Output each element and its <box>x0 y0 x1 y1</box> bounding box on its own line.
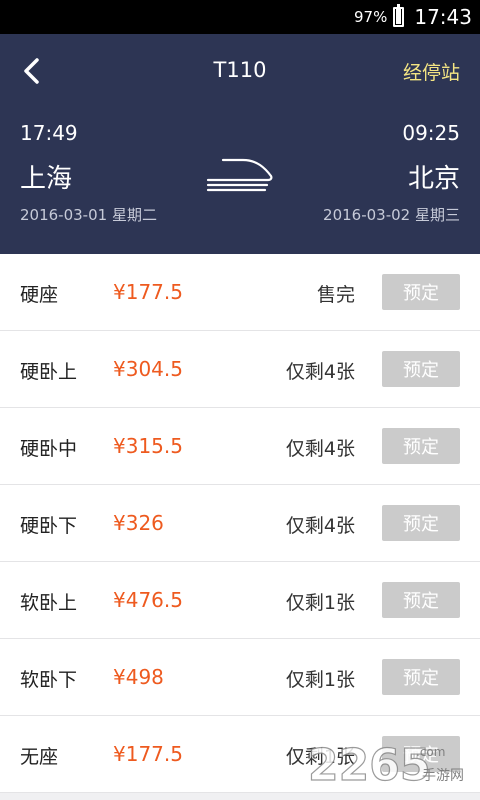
stops-link[interactable]: 经停站 <box>403 58 460 85</box>
seat-type: 硬卧中 <box>20 438 78 460</box>
book-button[interactable]: 预定 <box>382 659 460 695</box>
watermark-suffix: .com <box>416 745 445 759</box>
seat-availability: 仅剩1张 <box>285 592 355 614</box>
seat-availability: 仅剩4张 <box>285 438 355 460</box>
departure-time: 17:49 <box>20 121 78 145</box>
book-button[interactable]: 预定 <box>382 428 460 464</box>
departure-date: 2016-03-01 星期二 <box>20 206 157 224</box>
battery-percentage: 97% <box>354 8 388 26</box>
watermark-brand: 2265 <box>308 740 430 791</box>
seat-type: 硬卧上 <box>20 361 78 383</box>
seat-availability: 仅剩1张 <box>285 669 355 691</box>
book-button[interactable]: 预定 <box>382 505 460 541</box>
train-header: T110 经停站 17:49 09:25 上海 北京 2016-03-01 星期… <box>0 34 480 254</box>
watermark-tagline: 手游网 <box>422 768 464 784</box>
clock: 17:43 <box>414 5 472 29</box>
arrival-time: 09:25 <box>402 121 460 145</box>
seat-price: ¥177.5 <box>113 280 183 304</box>
seat-row: 软卧上 ¥476.5 仅剩1张 预定 <box>0 562 480 639</box>
seat-availability: 仅剩4张 <box>285 515 355 537</box>
seat-availability: 售完 <box>316 284 355 306</box>
book-button[interactable]: 预定 <box>382 351 460 387</box>
seat-price: ¥304.5 <box>113 357 183 381</box>
seat-row: 软卧下 ¥498 仅剩1张 预定 <box>0 639 480 716</box>
book-button[interactable]: 预定 <box>382 582 460 618</box>
seat-price: ¥498 <box>113 665 164 689</box>
site-watermark: 2265 .com 手游网 <box>307 739 464 791</box>
nav-bar: T110 经停站 <box>0 34 480 106</box>
arrival-city: 北京 <box>407 164 460 194</box>
seat-row: 硬座 ¥177.5 售完 预定 <box>0 254 480 331</box>
seat-availability: 仅剩4张 <box>285 361 355 383</box>
train-icon <box>206 158 273 192</box>
seat-type: 硬卧下 <box>20 515 78 537</box>
seat-row: 硬卧下 ¥326 仅剩4张 预定 <box>0 485 480 562</box>
seat-row: 硬卧上 ¥304.5 仅剩4张 预定 <box>0 331 480 408</box>
battery-icon <box>393 4 405 27</box>
seat-list: 硬座 ¥177.5 售完 预定 硬卧上 ¥304.5 仅剩4张 预定 硬卧中 ¥… <box>0 254 480 793</box>
seat-row: 硬卧中 ¥315.5 仅剩4张 预定 <box>0 408 480 485</box>
departure-city: 上海 <box>20 164 73 194</box>
seat-type: 硬座 <box>20 284 59 306</box>
seat-price: ¥177.5 <box>113 742 183 766</box>
book-button[interactable]: 预定 <box>382 274 460 310</box>
seat-price: ¥326 <box>113 511 164 535</box>
seat-price: ¥476.5 <box>113 588 183 612</box>
seat-type: 软卧上 <box>20 592 78 614</box>
seat-price: ¥315.5 <box>113 434 183 458</box>
arrival-date: 2016-03-02 星期三 <box>323 206 460 224</box>
seat-type: 无座 <box>20 746 59 768</box>
status-bar: 97% 17:43 <box>0 0 480 34</box>
seat-type: 软卧下 <box>20 669 78 691</box>
